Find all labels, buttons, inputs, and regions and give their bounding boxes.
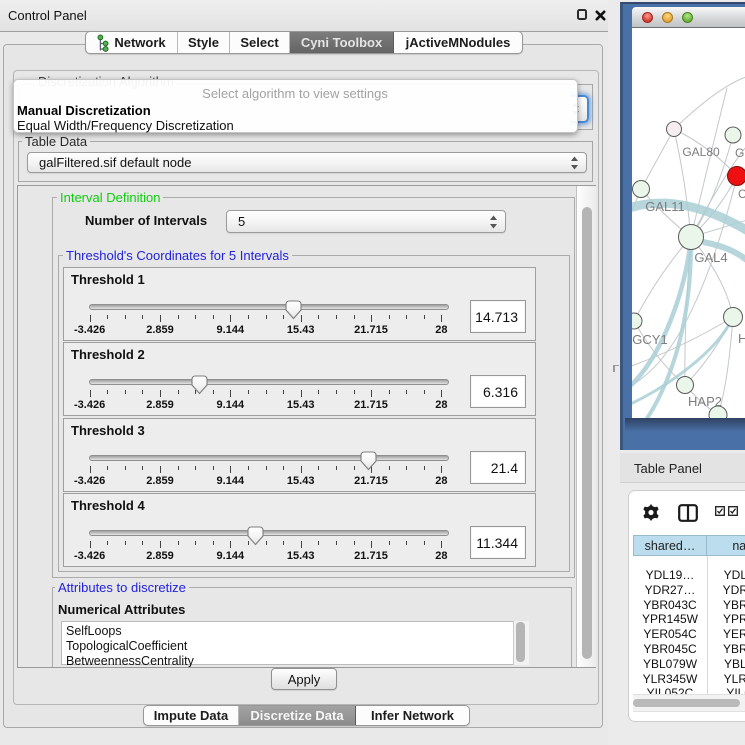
svg-text:HAP2: HAP2	[688, 394, 722, 409]
svg-text:GAL11: GAL11	[645, 199, 685, 214]
svg-text:GAL4: GAL4	[694, 250, 727, 265]
svg-text:C: C	[738, 187, 745, 201]
svg-text:H: H	[738, 331, 745, 346]
svg-text:GAL80: GAL80	[682, 145, 720, 159]
svg-text:GCY1: GCY1	[632, 332, 667, 347]
svg-text:G.: G.	[735, 146, 745, 160]
